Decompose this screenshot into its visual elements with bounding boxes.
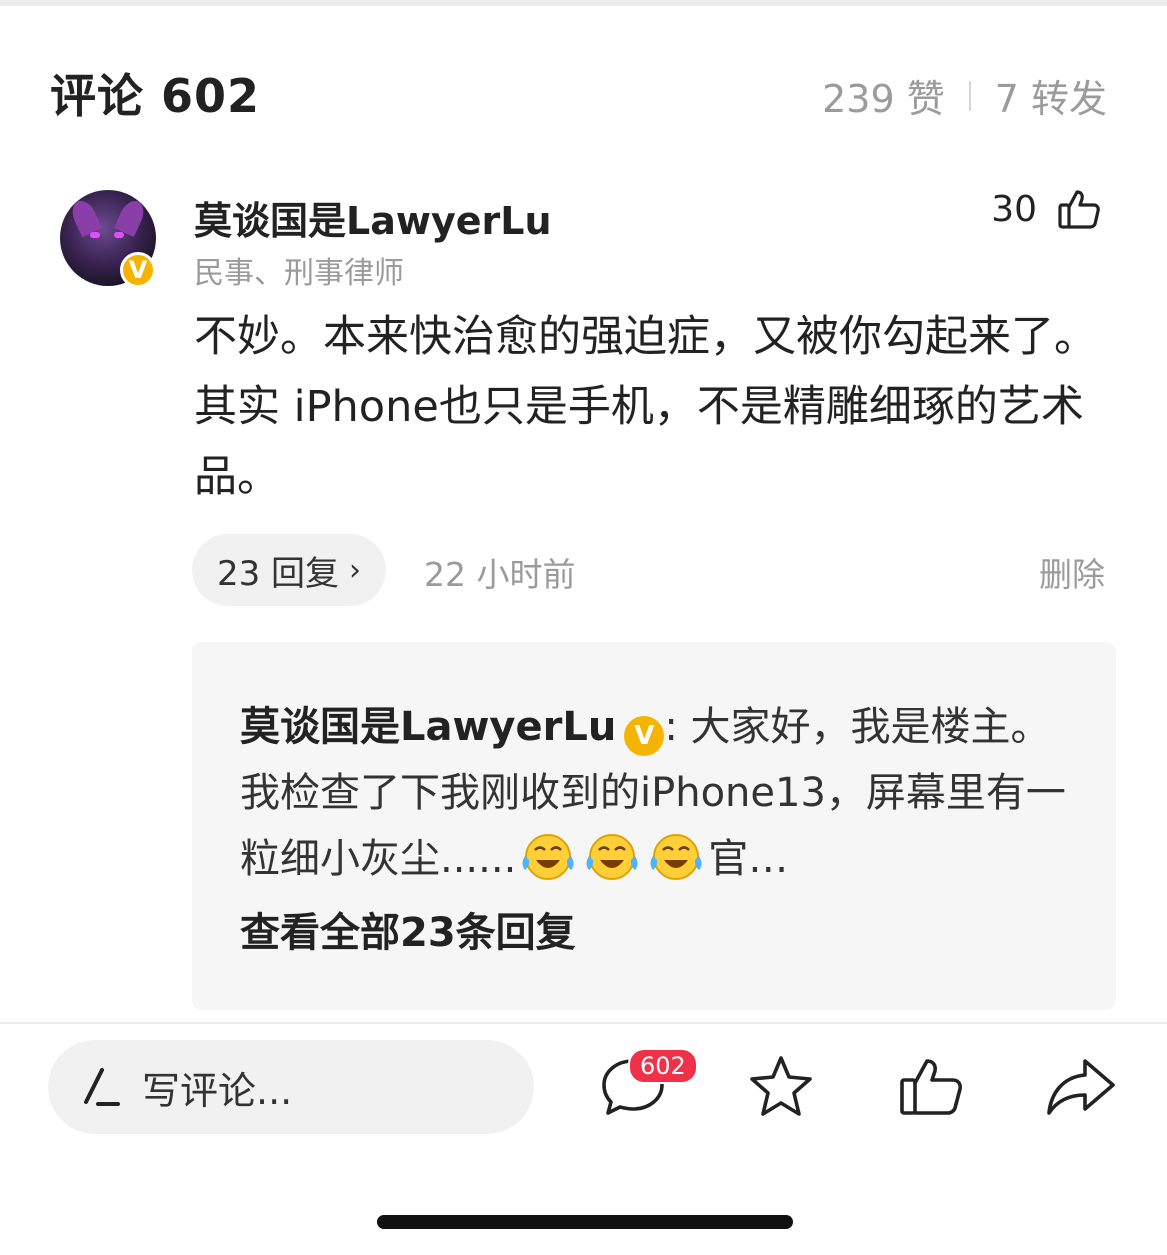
bottom-bar-divider xyxy=(0,1022,1167,1024)
reply-text-continued: 官… xyxy=(708,836,789,882)
view-all-replies-link[interactable]: 查看全部23条回复 xyxy=(240,900,576,958)
comment-user-subtitle: 民事、刑事律师 xyxy=(194,256,404,291)
verified-badge-icon: V xyxy=(120,252,156,288)
delete-button[interactable]: 删除 xyxy=(1039,548,1105,596)
chevron-right-icon: › xyxy=(349,552,362,588)
comments-title: 评论 602 xyxy=(50,69,261,123)
like-button[interactable] xyxy=(886,1046,976,1126)
laughing-crying-emoji-icon xyxy=(522,834,574,880)
star-icon xyxy=(750,1056,812,1116)
avatar-eye-right xyxy=(114,232,124,238)
avatar-eye-left xyxy=(90,232,100,238)
comment-count-badge: 602 xyxy=(628,1048,698,1084)
thumbs-up-icon xyxy=(900,1059,962,1115)
comment-timestamp: 22 小时前 xyxy=(424,555,576,594)
likes-count[interactable]: 239 赞 xyxy=(822,68,945,123)
reply-username[interactable]: 莫谈国是LawyerLu xyxy=(240,704,616,750)
post-stats: 239 赞 7 转发 xyxy=(822,68,1107,123)
top-divider xyxy=(0,0,1167,6)
stats-separator xyxy=(968,80,971,111)
reposts-count[interactable]: 7 转发 xyxy=(995,68,1107,123)
comment-input[interactable]: 写评论... xyxy=(48,1040,534,1134)
replies-button[interactable]: 23 回复 › xyxy=(192,534,386,606)
share-button[interactable] xyxy=(1036,1046,1126,1126)
comment-like-button[interactable]: 30 xyxy=(991,188,1101,230)
share-icon xyxy=(1047,1059,1115,1115)
laughing-crying-emoji-icon xyxy=(650,834,702,880)
pen-icon xyxy=(84,1068,120,1106)
verified-badge-icon: V xyxy=(624,716,665,756)
thumbs-up-icon xyxy=(1058,190,1100,229)
comment-input-placeholder: 写评论... xyxy=(142,1068,293,1113)
comment-like-count: 30 xyxy=(991,188,1037,230)
favorite-button[interactable] xyxy=(736,1046,826,1126)
laughing-crying-emoji-icon xyxy=(586,834,638,880)
reply-preview[interactable]: 莫谈国是LawyerLu V: 大家好，我是楼主。我检查了下我刚收到的iPhone… xyxy=(192,642,1116,1010)
comment-username[interactable]: 莫谈国是LawyerLu xyxy=(194,190,552,245)
comment-text: 不妙。本来快治愈的强迫症，又被你勾起来了。其实 iPhone也只是手机，不是精雕… xyxy=(194,312,1097,502)
replies-label: 23 回复 xyxy=(216,553,340,594)
home-indicator xyxy=(377,1215,793,1229)
reply-preview-text: 莫谈国是LawyerLu V: 大家好，我是楼主。我检查了下我刚收到的iPhone… xyxy=(240,694,1070,892)
